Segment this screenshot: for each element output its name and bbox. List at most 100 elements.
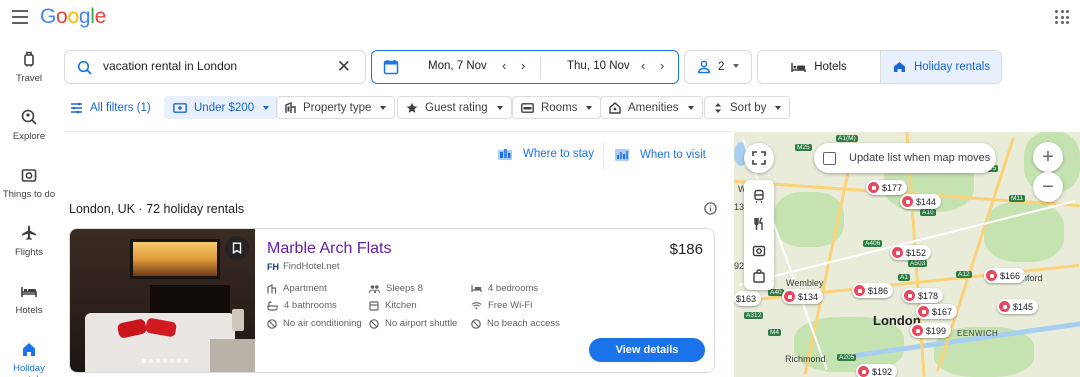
apps-grid-icon[interactable] — [1055, 10, 1069, 24]
update-on-move-label: Update list when map moves — [849, 152, 991, 164]
provider-logo: FH — [267, 261, 279, 272]
check-in-date[interactable]: Mon, 7 Nov — [428, 60, 487, 72]
carousel-dot[interactable] — [156, 359, 160, 363]
save-button[interactable] — [225, 236, 249, 260]
check-out-next-icon[interactable]: › — [660, 58, 664, 73]
update-on-move-toggle[interactable]: Update list when map moves — [814, 143, 996, 173]
carousel-dot[interactable] — [170, 359, 174, 363]
nav-travel[interactable]: Travel — [0, 50, 58, 84]
restaurant-icon[interactable] — [752, 217, 766, 231]
price-pin[interactable]: $178 — [902, 288, 944, 303]
house-pin-icon — [918, 306, 929, 317]
check-in-prev-icon[interactable]: ‹ — [502, 58, 506, 73]
check-in-next-icon[interactable]: › — [521, 58, 525, 73]
carousel-dot[interactable] — [142, 359, 146, 363]
amenity-wifi: Free Wi-Fi — [471, 300, 532, 311]
pin-price: $134 — [798, 291, 819, 302]
carousel-dot[interactable] — [184, 359, 188, 363]
google-logo[interactable]: Google — [40, 5, 106, 29]
side-table — [210, 339, 255, 372]
wifi-icon — [471, 302, 482, 310]
wall-painting — [130, 239, 220, 279]
road-label: A503 — [908, 260, 928, 267]
calendar-icon — [383, 60, 399, 75]
transit-icon[interactable] — [752, 189, 766, 203]
date-range-picker: Mon, 7 Nov ‹ › Thu, 10 Nov ‹ › — [371, 50, 679, 84]
stay-type-toggle: Hotels Holiday rentals — [757, 50, 1002, 84]
road-label: M25 — [795, 144, 812, 151]
tab-holiday-rentals[interactable]: Holiday rentals — [880, 51, 1001, 83]
all-filters-button[interactable]: All filters (1) — [64, 96, 159, 119]
listing-card[interactable]: Marble Arch Flats FH FindHotel.net $186 … — [69, 228, 715, 373]
sort-icon — [715, 102, 721, 113]
clear-search-icon[interactable]: ✕ — [337, 58, 351, 76]
tab-hotels[interactable]: Hotels — [758, 51, 880, 83]
bookmark-icon — [232, 242, 242, 254]
house-pin-icon — [986, 270, 997, 281]
expand-map-button[interactable] — [744, 143, 774, 173]
price-pin[interactable]: $166 — [984, 268, 1026, 283]
map-park — [984, 202, 1064, 262]
carousel-dot[interactable] — [163, 359, 167, 363]
camera-icon[interactable] — [752, 243, 766, 257]
check-out-prev-icon[interactable]: ‹ — [641, 58, 645, 73]
price-pin[interactable]: $134 — [782, 289, 824, 304]
amenity-label: Kitchen — [385, 300, 417, 311]
shortcut-divider — [603, 142, 604, 170]
listing-provider: FH FindHotel.net — [267, 261, 340, 272]
when-to-visit-link[interactable]: When to visit — [614, 147, 706, 162]
price-pin[interactable]: $145 — [997, 299, 1039, 314]
zoom-in-button[interactable]: + — [1033, 142, 1063, 172]
price-pin[interactable]: $144 — [900, 194, 942, 209]
bed-icon — [521, 102, 534, 113]
nav-hotels[interactable]: Hotels — [0, 282, 58, 316]
update-on-move-checkbox[interactable] — [823, 151, 836, 165]
zoom-out-button[interactable]: − — [1033, 172, 1063, 202]
property-type-chip[interactable]: Property type — [276, 96, 396, 119]
shopping-bag-icon[interactable] — [752, 269, 766, 283]
not-available-icon — [471, 318, 481, 329]
carousel-dot[interactable] — [149, 359, 153, 363]
pin-price: $144 — [916, 196, 937, 207]
pin-price: $145 — [1013, 301, 1034, 312]
fullscreen-icon — [752, 151, 766, 165]
road-label: A312 — [744, 312, 764, 319]
amenities-chip[interactable]: Amenities — [600, 96, 703, 119]
listing-name[interactable]: Marble Arch Flats — [267, 240, 391, 258]
chevron-down-icon — [263, 105, 270, 110]
menu-icon[interactable] — [12, 10, 28, 24]
amenity-label: No airport shuttle — [385, 318, 458, 329]
nav-hotels-label: Hotels — [15, 305, 43, 316]
guests-selector[interactable]: 2 — [684, 50, 752, 84]
price-pin[interactable]: $186 — [852, 283, 894, 298]
price-pin[interactable]: $167 — [916, 304, 958, 319]
search-input[interactable] — [103, 59, 333, 73]
photo-carousel-dots[interactable] — [142, 359, 188, 363]
info-icon[interactable] — [704, 202, 717, 215]
amenity-no-beach: No beach access — [471, 318, 560, 329]
where-to-stay-link[interactable]: Where to stay — [497, 147, 594, 161]
nav-things-to-do[interactable]: Things to do — [0, 166, 58, 200]
price-pin[interactable]: $152 — [890, 245, 932, 260]
price-pin[interactable]: $199 — [910, 323, 952, 338]
amenity-label: 4 bathrooms — [284, 300, 337, 311]
guest-rating-chip[interactable]: Guest rating — [397, 96, 512, 119]
price-pin[interactable]: $163 — [734, 291, 762, 306]
view-details-button[interactable]: View details — [589, 338, 705, 362]
pin-price: $192 — [872, 366, 893, 377]
carousel-dot[interactable] — [177, 359, 181, 363]
price-pin[interactable]: $177 — [866, 180, 908, 195]
listing-photo[interactable] — [70, 229, 255, 372]
nav-explore[interactable]: Explore — [0, 108, 58, 142]
price-pin[interactable]: $192 — [856, 364, 898, 377]
nav-flights[interactable]: Flights — [0, 224, 58, 258]
sort-by-chip[interactable]: Sort by — [704, 96, 791, 119]
price-filter-chip[interactable]: Under $200 — [164, 96, 279, 119]
kitchen-icon — [369, 300, 379, 311]
road-label: A12 — [956, 271, 972, 278]
rooms-chip[interactable]: Rooms — [512, 96, 602, 119]
nav-holiday-rentals[interactable]: Holiday rentals — [0, 340, 58, 377]
check-out-date[interactable]: Thu, 10 Nov — [567, 60, 630, 72]
rooms-label: Rooms — [541, 101, 578, 114]
logo-letter: G — [40, 5, 57, 28]
